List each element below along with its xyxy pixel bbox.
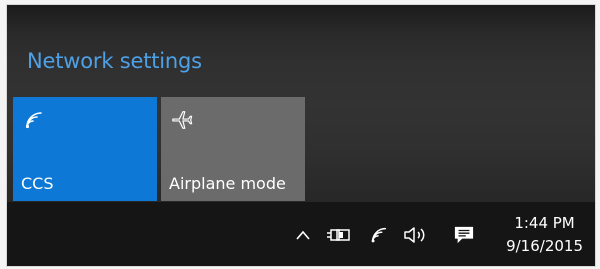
network-settings-link[interactable]: Network settings bbox=[27, 49, 202, 73]
battery-plug-icon[interactable] bbox=[325, 225, 351, 245]
system-clock[interactable]: 1:44 PM 9/16/2015 bbox=[506, 212, 583, 258]
action-center-icon[interactable] bbox=[452, 225, 476, 245]
wifi-icon[interactable] bbox=[368, 225, 390, 245]
taskbar: 1:44 PM 9/16/2015 bbox=[7, 202, 595, 266]
wifi-tile-label: CCS bbox=[21, 174, 54, 193]
clock-date: 9/16/2015 bbox=[506, 237, 583, 255]
show-hidden-icons-chevron-icon[interactable] bbox=[294, 225, 312, 245]
clock-time: 1:44 PM bbox=[514, 214, 575, 232]
screenshot-frame: Network settings CCS Airplane mode 1:44 … bbox=[6, 4, 596, 267]
network-flyout: Network settings CCS Airplane mode bbox=[7, 5, 595, 202]
airplane-icon bbox=[172, 111, 193, 129]
wifi-icon bbox=[25, 112, 42, 129]
wifi-tile[interactable]: CCS bbox=[13, 97, 157, 201]
volume-icon[interactable] bbox=[403, 225, 429, 245]
airplane-mode-tile-label: Airplane mode bbox=[169, 174, 286, 193]
airplane-mode-tile[interactable]: Airplane mode bbox=[161, 97, 305, 201]
